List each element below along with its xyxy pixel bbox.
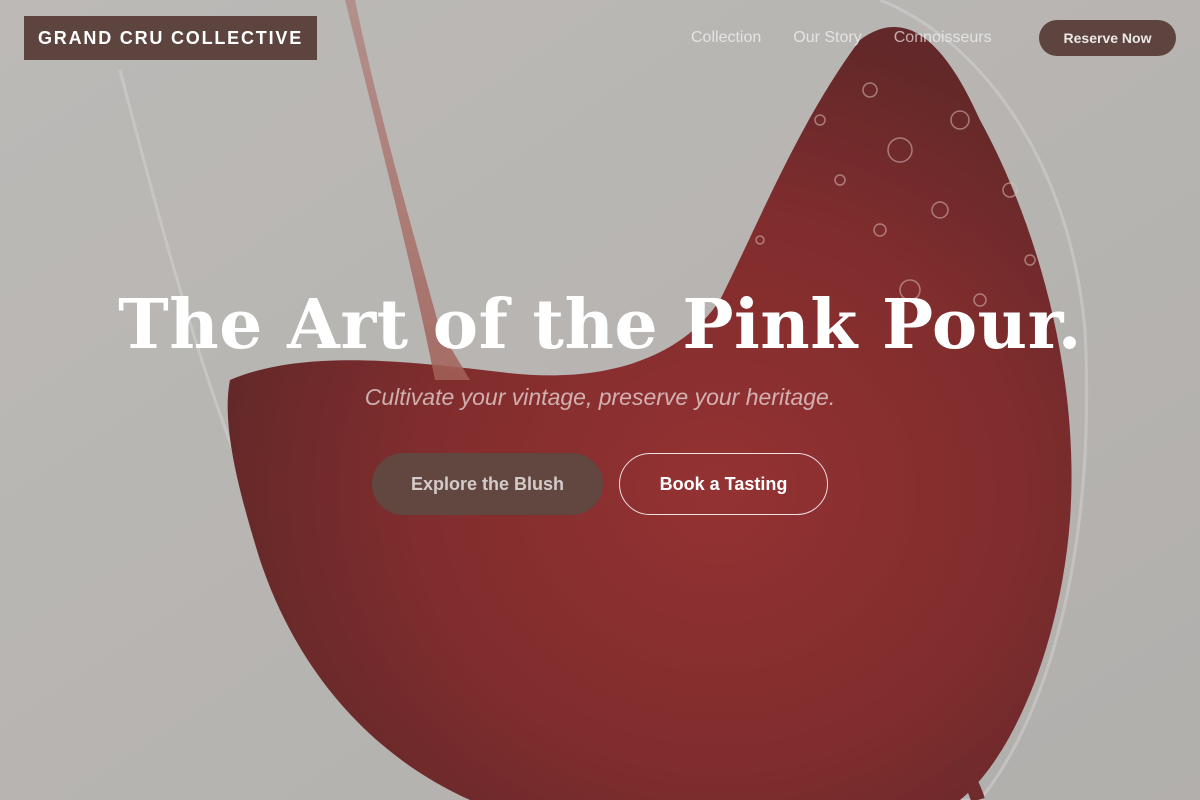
hero-subtitle: Cultivate your vintage, preserve your he… <box>364 384 836 410</box>
explore-the-blush-button[interactable]: Explore the Blush <box>372 453 603 515</box>
nav-link-connoisseurs[interactable]: Connoisseurs <box>894 28 992 48</box>
brand-logo[interactable]: GRAND CRU COLLECTIVE <box>24 16 317 60</box>
primary-nav: Collection Our Story Connoisseurs <box>691 28 992 48</box>
navbar: GRAND CRU COLLECTIVE Collection Our Stor… <box>0 0 1200 78</box>
nav-link-our-story[interactable]: Our Story <box>793 28 861 48</box>
reserve-now-button[interactable]: Reserve Now <box>1039 20 1176 56</box>
hero-title: The Art of the Pink Pour. <box>118 285 1082 365</box>
book-a-tasting-button[interactable]: Book a Tasting <box>619 453 828 515</box>
nav-link-collection[interactable]: Collection <box>691 28 761 48</box>
